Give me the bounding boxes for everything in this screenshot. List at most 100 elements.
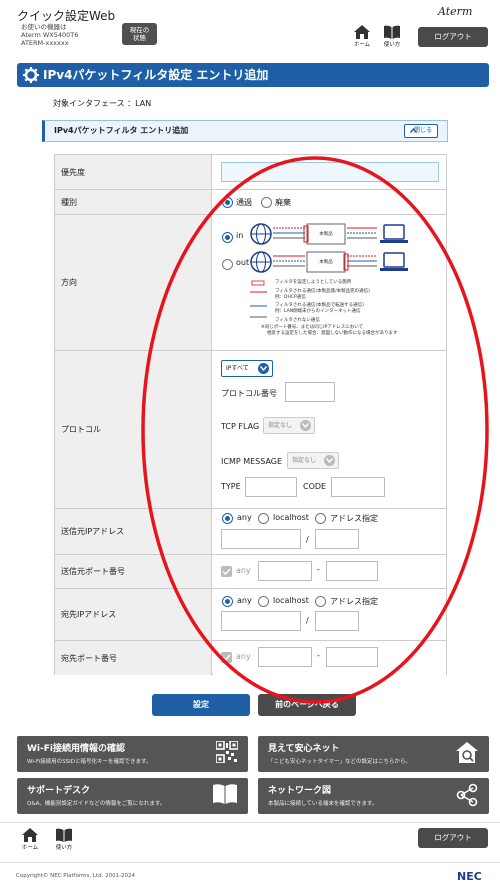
dst-port-any-label: any bbox=[236, 652, 251, 661]
direction-in-diagram: 本製品 bbox=[250, 223, 408, 245]
src-ip-localhost-radio[interactable] bbox=[258, 513, 269, 524]
icmp-message-label: ICMP MESSAGE bbox=[221, 457, 283, 466]
type-pass-radio[interactable] bbox=[222, 197, 233, 208]
direction-in-radio[interactable] bbox=[222, 232, 233, 243]
tcp-flag-label: TCP FLAG bbox=[221, 422, 260, 431]
protocol-number-input[interactable] bbox=[285, 382, 335, 402]
book-icon bbox=[213, 784, 237, 804]
dst-port-any-checkbox[interactable] bbox=[221, 652, 232, 663]
src-port-row: 送信元ポート番号 any - bbox=[55, 555, 446, 589]
dst-port-start-input[interactable] bbox=[258, 647, 312, 667]
dst-ip-row: 宛先IPアドレス any localhost アドレス指定 / bbox=[55, 589, 446, 641]
check-icon bbox=[222, 568, 231, 576]
mieteanshin-card[interactable]: 見えて安心ネット 「こども安心ネットタイマー」などの設定はこちらから。 bbox=[258, 736, 489, 772]
code-field-label: CODE bbox=[303, 482, 327, 491]
direction-out-diagram: 本製品 bbox=[250, 251, 408, 273]
home-nav-button[interactable]: ホーム bbox=[349, 25, 375, 48]
chevron-down-icon bbox=[258, 363, 269, 374]
src-port-start-input[interactable] bbox=[258, 561, 312, 581]
qr-code-icon bbox=[216, 741, 238, 763]
section-header: IPv4パケットフィルタ エントリ追加 閉じる bbox=[42, 120, 448, 142]
target-interface: 対象インタフェース ：LAN bbox=[53, 99, 152, 108]
dst-ip-specify-radio[interactable] bbox=[315, 596, 326, 607]
src-ip-any-radio[interactable] bbox=[222, 513, 233, 524]
footer-logout-button[interactable]: ログアウト bbox=[418, 828, 488, 848]
direction-out-radio[interactable] bbox=[222, 259, 233, 270]
protocol-row: プロトコル IPすべて プロトコル番号 TCP FLAG 指定なし ICMP M… bbox=[55, 351, 446, 509]
aterm-logo: Aterm bbox=[438, 5, 473, 18]
footer-help-button[interactable]: 使い方 bbox=[51, 828, 77, 851]
footer-divider bbox=[0, 822, 500, 823]
direction-in-label: in bbox=[236, 231, 244, 240]
tcp-flag-select[interactable]: 指定なし bbox=[263, 417, 315, 434]
dst-ip-localhost-radio[interactable] bbox=[258, 596, 269, 607]
dst-port-label: 宛先ポート番号 bbox=[55, 641, 212, 675]
type-drop-radio[interactable] bbox=[261, 197, 272, 208]
icmp-type-input[interactable] bbox=[245, 477, 297, 497]
dst-ip-localhost-label: localhost bbox=[273, 596, 309, 605]
gear-icon bbox=[23, 67, 39, 83]
footer-divider bbox=[0, 862, 500, 863]
src-port-end-input[interactable] bbox=[326, 561, 378, 581]
src-ip-address-input[interactable] bbox=[221, 529, 301, 549]
type-field-label: TYPE bbox=[221, 482, 241, 491]
book-icon bbox=[56, 828, 72, 842]
network-map-card[interactable]: ネットワーク図 本製品に接続している端末を確認できます。 bbox=[258, 778, 489, 814]
src-ip-mask-input[interactable] bbox=[315, 529, 359, 549]
dst-port-dash: - bbox=[317, 651, 320, 660]
logout-button[interactable]: ログアウト bbox=[418, 27, 488, 47]
direction-out-label: out bbox=[236, 258, 250, 267]
direction-label: 方向 bbox=[55, 215, 212, 350]
dst-ip-address-input[interactable] bbox=[221, 611, 301, 631]
back-button[interactable]: 前のページへ戻る bbox=[258, 694, 356, 716]
dst-ip-mask-input[interactable] bbox=[315, 611, 359, 631]
support-desk-card[interactable]: サポートデスク Q&A、機能別設定ガイドなどの情報をご覧になれます。 bbox=[17, 778, 248, 814]
src-port-any-label: any bbox=[236, 566, 251, 575]
home-icon bbox=[22, 828, 38, 842]
icmp-message-select[interactable]: 指定なし bbox=[287, 452, 339, 469]
icmp-code-input[interactable] bbox=[331, 477, 385, 497]
priority-input[interactable] bbox=[221, 162, 439, 182]
dst-ip-slash: / bbox=[306, 616, 309, 625]
src-ip-any-label: any bbox=[237, 513, 252, 522]
help-nav-button[interactable]: 使い方 bbox=[379, 25, 405, 48]
src-port-any-checkbox[interactable] bbox=[221, 566, 232, 577]
device-info: お使いの機器は Aterm WX5400T6 ATERM-xxxxxx bbox=[21, 23, 79, 47]
protocol-number-label: プロトコル番号 bbox=[221, 389, 277, 398]
footer-home-button[interactable]: ホーム bbox=[17, 828, 43, 851]
house-search-icon bbox=[456, 742, 478, 763]
src-ip-slash: / bbox=[306, 535, 309, 544]
wifi-info-card[interactable]: Wi-Fi接続用情報の確認 Wi-Fi接続用のSSIDと暗号化キーを確認できます… bbox=[17, 736, 248, 772]
type-pass-label: 通過 bbox=[236, 198, 252, 207]
header: クイック設定Web お使いの機器は Aterm WX5400T6 ATERM-x… bbox=[0, 0, 500, 56]
priority-row: 優先度 bbox=[55, 155, 446, 190]
book-icon bbox=[384, 25, 400, 39]
chevron-down-icon bbox=[300, 420, 311, 431]
ip-protocol-select[interactable]: IPすべて bbox=[221, 360, 273, 377]
app-title: クイック設定Web bbox=[17, 9, 116, 23]
type-label: 種別 bbox=[55, 190, 212, 214]
type-drop-label: 廃棄 bbox=[275, 198, 291, 207]
chevron-up-icon bbox=[410, 128, 417, 133]
dst-port-end-input[interactable] bbox=[326, 647, 378, 667]
entry-form: 優先度 種別 通過 廃棄 方向 in out 本製品 本製品 フィルタを設定しよ… bbox=[54, 154, 447, 675]
protocol-label: プロトコル bbox=[55, 351, 212, 508]
dst-ip-any-label: any bbox=[237, 596, 252, 605]
network-icon bbox=[456, 783, 478, 807]
dst-ip-any-radio[interactable] bbox=[222, 596, 233, 607]
dst-ip-label: 宛先IPアドレス bbox=[55, 589, 212, 640]
current-status-button[interactable]: 現在の 状態 bbox=[122, 23, 157, 45]
chevron-down-icon bbox=[324, 455, 335, 466]
product-label: 本製品 bbox=[319, 258, 333, 265]
collapse-button[interactable]: 閉じる bbox=[404, 124, 438, 138]
src-ip-specify-radio[interactable] bbox=[315, 513, 326, 524]
submit-button[interactable]: 設定 bbox=[152, 694, 250, 716]
nec-logo: NEC bbox=[457, 870, 482, 883]
dst-port-row: 宛先ポート番号 any - bbox=[55, 641, 446, 675]
page-title: IPv4パケットフィルタ設定 エントリ追加 bbox=[17, 63, 489, 87]
dst-ip-specify-label: アドレス指定 bbox=[330, 597, 378, 606]
src-ip-localhost-label: localhost bbox=[273, 513, 309, 522]
src-ip-row: 送信元IPアドレス any localhost アドレス指定 / bbox=[55, 509, 446, 555]
priority-label: 優先度 bbox=[55, 155, 212, 189]
type-row: 種別 通過 廃棄 bbox=[55, 190, 446, 215]
